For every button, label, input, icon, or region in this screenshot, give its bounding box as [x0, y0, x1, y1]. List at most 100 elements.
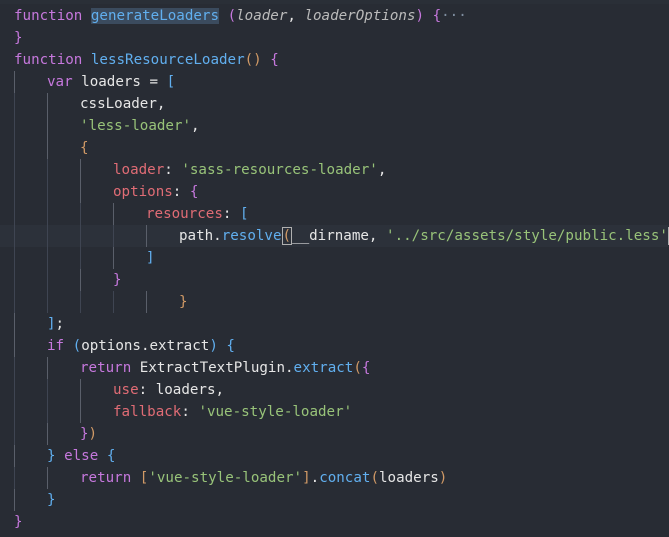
code-line-text: } else { — [47, 445, 115, 467]
indent-guide — [14, 401, 15, 423]
code-line[interactable]: } else { — [0, 445, 669, 467]
code-line-text: } — [14, 511, 23, 533]
code-token: '../src/assets/style/public.less' — [386, 228, 668, 244]
code-token: } — [47, 492, 56, 508]
code-line[interactable]: { — [0, 137, 669, 159]
indent-guide — [47, 291, 48, 313]
code-line[interactable]: if (options.extract) { — [0, 335, 669, 357]
indent-guide — [14, 225, 15, 247]
indent-guide — [113, 247, 114, 269]
code-token: concat — [319, 470, 371, 486]
code-line[interactable]: fallback: 'vue-style-loader' — [0, 401, 669, 423]
code-line[interactable]: } — [0, 291, 669, 313]
code-line[interactable]: ]; — [0, 313, 669, 335]
indent-guide — [14, 247, 15, 269]
code-line[interactable]: } — [0, 489, 669, 511]
code-line-text: } — [113, 269, 122, 291]
code-token: : — [164, 162, 182, 178]
code-line[interactable]: options: { — [0, 181, 669, 203]
code-token: resources — [146, 206, 223, 222]
code-token: 'sass-resources-loader' — [181, 162, 378, 178]
code-line-text: ]; — [47, 313, 64, 335]
code-line-text: { — [80, 137, 89, 159]
code-line[interactable]: loader: 'sass-resources-loader', — [0, 159, 669, 181]
code-token: cssLoader, — [80, 96, 166, 112]
code-token: { — [226, 338, 235, 354]
code-token: function — [14, 52, 83, 68]
code-line[interactable]: var loaders = [ — [0, 71, 669, 93]
code-token: . — [310, 470, 320, 486]
code-token: function — [14, 8, 83, 24]
code-token: ( — [370, 470, 379, 486]
code-token: ( — [72, 338, 82, 354]
code-token: 'vue-style-loader' — [148, 470, 303, 486]
code-line[interactable]: return ['vue-style-loader'].concat(loade… — [0, 467, 669, 489]
code-token: fallback — [113, 404, 182, 420]
indent-guide — [14, 313, 15, 335]
indent-guide — [14, 445, 15, 467]
code-token: } — [113, 272, 122, 288]
code-line[interactable]: resources: [ — [0, 203, 669, 225]
code-token: loaders = — [72, 74, 167, 90]
indent-guide — [80, 401, 81, 423]
code-line-text: return ['vue-style-loader'].concat(loade… — [80, 467, 447, 489]
code-token: : loaders, — [138, 382, 225, 398]
code-line-text: cssLoader, — [80, 93, 165, 115]
code-token: { — [270, 52, 279, 68]
code-line-text: } — [47, 489, 56, 511]
indent-guide — [80, 291, 81, 313]
code-token: { — [189, 184, 199, 200]
code-token: : — [222, 206, 240, 222]
code-line[interactable]: } — [0, 511, 669, 533]
code-token: loader — [113, 162, 165, 178]
indent-guide — [14, 489, 15, 511]
code-token: () — [244, 52, 262, 68]
indent-guide — [14, 137, 15, 159]
code-token: else — [64, 448, 99, 464]
indent-guide — [47, 379, 48, 401]
code-token: ) — [415, 8, 425, 24]
code-line-text: } — [14, 27, 23, 49]
code-editor[interactable]: function generateLoaders (loader, loader… — [0, 0, 669, 537]
code-token: ; — [55, 316, 65, 332]
code-line[interactable]: } — [0, 269, 669, 291]
code-token: 'less-loader' — [80, 118, 192, 134]
code-token: [ — [239, 206, 249, 222]
code-token: ( — [227, 8, 237, 24]
indent-guide — [47, 181, 48, 203]
code-token: } — [47, 448, 56, 464]
code-line[interactable]: ] — [0, 247, 669, 269]
code-line-text: options: { — [113, 181, 198, 203]
code-line[interactable]: } — [0, 27, 669, 49]
code-token: lessResourceLoader — [90, 52, 245, 68]
indent-guide — [47, 357, 48, 379]
code-token: } — [14, 30, 23, 46]
indent-guide — [80, 225, 81, 247]
code-line[interactable]: }) — [0, 423, 669, 445]
code-token: ] — [302, 470, 311, 486]
code-line[interactable]: function lessResourceLoader() { — [0, 49, 669, 71]
indent-guide — [146, 291, 147, 313]
code-line[interactable]: use: loaders, — [0, 379, 669, 401]
indent-guide — [14, 269, 15, 291]
indent-guide — [14, 181, 15, 203]
code-line[interactable]: path.resolve(__dirname, '../src/assets/s… — [0, 225, 669, 247]
code-line[interactable]: cssLoader, — [0, 93, 669, 115]
indent-guide — [113, 225, 114, 247]
code-line-text: path.resolve(__dirname, '../src/assets/s… — [179, 225, 669, 247]
code-token: options — [113, 184, 173, 200]
code-token: [ — [166, 74, 176, 90]
code-line[interactable]: function generateLoaders (loader, loader… — [0, 5, 669, 27]
indent-guide — [47, 269, 48, 291]
code-token: ) — [209, 338, 218, 354]
code-line[interactable]: 'less-loader', — [0, 115, 669, 137]
code-line[interactable]: return ExtractTextPlugin.extract({ — [0, 357, 669, 379]
code-token: options.extract — [81, 338, 210, 354]
code-line-text: fallback: 'vue-style-loader' — [113, 401, 352, 423]
indent-guide — [14, 93, 15, 115]
